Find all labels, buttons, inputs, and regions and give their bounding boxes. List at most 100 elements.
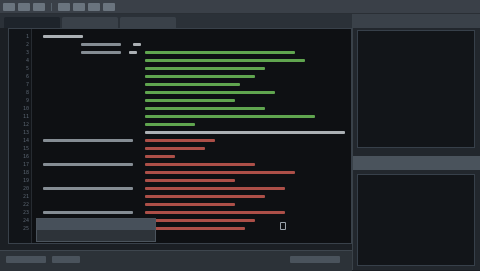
- code-line: 1: [26, 33, 349, 41]
- menu-icon[interactable]: [88, 2, 100, 11]
- line-number: 14: [22, 138, 29, 144]
- code-line: 2: [26, 41, 349, 49]
- code-line: 5: [26, 65, 349, 73]
- side-panel-header: [353, 14, 480, 28]
- code-line: 15: [23, 145, 349, 153]
- code-line: 16: [23, 153, 349, 161]
- code-token: [145, 75, 255, 78]
- code-token: [145, 147, 205, 150]
- code-token: [145, 139, 215, 142]
- menu-bar: [0, 0, 480, 14]
- code-token: [81, 43, 121, 46]
- line-number: 5: [25, 66, 29, 72]
- code-token: [145, 211, 285, 214]
- code-line: 21: [23, 193, 349, 201]
- code-token: [43, 139, 133, 142]
- line-number: 21: [22, 194, 29, 200]
- code-line: 20: [23, 185, 349, 193]
- code-line: 23: [23, 209, 349, 217]
- code-token: [43, 163, 133, 166]
- editor-tab-bar: [0, 14, 352, 28]
- menu-icon[interactable]: [58, 2, 70, 11]
- code-token: [145, 187, 285, 190]
- code-token: [145, 91, 275, 94]
- menu-icon[interactable]: [103, 2, 115, 11]
- code-token: [129, 51, 137, 54]
- line-number: 23: [22, 210, 29, 216]
- side-panel-view-2[interactable]: [357, 174, 475, 266]
- line-number: 1: [25, 34, 29, 40]
- line-number: 11: [22, 114, 29, 120]
- code-line: 17: [23, 161, 349, 169]
- autocomplete-item[interactable]: [37, 230, 155, 241]
- code-line: 7: [26, 81, 349, 89]
- line-number: 2: [25, 42, 29, 48]
- menu-separator: [51, 2, 52, 11]
- line-number: 20: [22, 186, 29, 192]
- menu-icon[interactable]: [33, 2, 45, 11]
- code-token: [145, 67, 265, 70]
- code-token: [145, 51, 295, 54]
- code-token: [145, 171, 295, 174]
- code-token: [145, 123, 195, 126]
- line-number: 19: [22, 178, 29, 184]
- code-token: [145, 107, 265, 110]
- autocomplete-dropdown[interactable]: [36, 218, 156, 242]
- side-panel-view[interactable]: [357, 30, 475, 148]
- line-number: 10: [22, 106, 29, 112]
- code-line: 13: [23, 129, 349, 137]
- editor-tab[interactable]: [4, 17, 60, 28]
- code-editor[interactable]: 1 2 3 4 5 6 7 8 9 10 11 12 13 14 15 16 17 18 19 20 21 22 23 24 2…: [8, 28, 352, 244]
- code-token: [145, 219, 255, 222]
- line-number: 24: [22, 218, 29, 224]
- autocomplete-item[interactable]: [37, 219, 155, 230]
- code-line: 9: [26, 97, 349, 105]
- code-line: 10: [23, 105, 349, 113]
- code-token: [145, 227, 245, 230]
- code-line: 14: [23, 137, 349, 145]
- line-number: 12: [22, 122, 29, 128]
- code-token: [145, 195, 265, 198]
- line-number: 18: [22, 170, 29, 176]
- code-line: 19: [23, 177, 349, 185]
- code-token: [145, 115, 315, 118]
- code-line: 22: [23, 201, 349, 209]
- code-token: [145, 163, 255, 166]
- line-number: 15: [22, 146, 29, 152]
- mouse-cursor-icon: [280, 222, 286, 230]
- line-number: 3: [25, 50, 29, 56]
- status-item: [52, 256, 80, 263]
- code-token: [145, 155, 175, 158]
- code-token: [43, 187, 133, 190]
- code-lines: 1 2 3 4 5 6 7 8 9 10 11 12 13 14 15 16 17 18 19 20 21 22 23 24 2…: [23, 33, 349, 233]
- code-line: 6: [26, 73, 349, 81]
- line-number: 7: [25, 82, 29, 88]
- status-item: [290, 256, 340, 263]
- menu-icon[interactable]: [3, 2, 15, 11]
- code-token: [145, 83, 240, 86]
- code-token: [145, 179, 235, 182]
- menu-icon[interactable]: [73, 2, 85, 11]
- code-token: [43, 211, 133, 214]
- code-token: [133, 43, 141, 46]
- menu-icon[interactable]: [18, 2, 30, 11]
- editor-tab[interactable]: [62, 17, 118, 28]
- line-number: 25: [22, 226, 29, 232]
- code-line: 8: [26, 89, 349, 97]
- side-panel-section-header[interactable]: [353, 156, 480, 170]
- line-number: 6: [25, 74, 29, 80]
- line-number: 16: [22, 154, 29, 160]
- line-number: 9: [25, 98, 29, 104]
- code-line: 18: [23, 169, 349, 177]
- side-panel: [352, 14, 480, 270]
- editor-tab[interactable]: [120, 17, 176, 28]
- status-item: [6, 256, 46, 263]
- line-number: 8: [25, 90, 29, 96]
- line-number: 13: [22, 130, 29, 136]
- code-token: [145, 131, 345, 134]
- line-number: 4: [25, 58, 29, 64]
- code-token: [81, 51, 121, 54]
- line-number: 22: [22, 202, 29, 208]
- code-line: 4: [26, 57, 349, 65]
- code-token: [145, 59, 305, 62]
